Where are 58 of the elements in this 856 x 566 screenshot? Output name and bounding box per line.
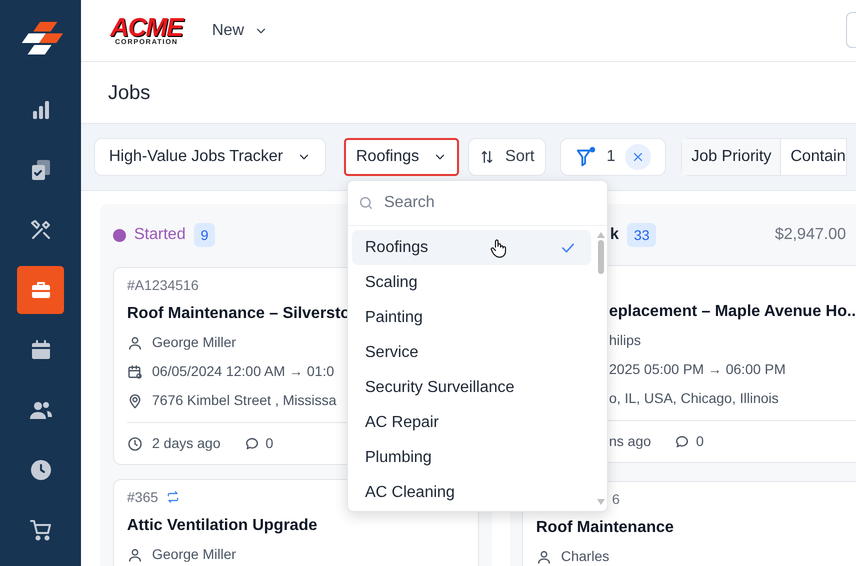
dropdown-option[interactable]: Service [352, 335, 591, 370]
person-icon [127, 334, 143, 350]
dropdown-option[interactable]: AC Cleaning [352, 475, 591, 510]
comment-icon [674, 434, 690, 450]
dropdown-option[interactable]: Plumbing [352, 440, 591, 475]
cart-icon [28, 518, 52, 542]
job-address: 7676 Kimbel Street , Mississa [152, 391, 336, 410]
person-icon [536, 548, 552, 564]
schedule-time: 06/05/2024 12:00 AM → 01:0 [152, 362, 334, 381]
assignee-name: George Miller [152, 545, 236, 564]
dropdown-option[interactable]: Scaling [352, 265, 591, 300]
clock-icon [127, 436, 143, 452]
job-id: #A1234516 [127, 276, 199, 294]
assignee-name: hilips [609, 331, 641, 350]
clear-filter-button[interactable] [625, 144, 652, 170]
assignee-name: George Miller [152, 333, 236, 352]
comment-count: 0 [696, 432, 704, 451]
sort-button[interactable]: Sort [468, 138, 546, 176]
board-select[interactable]: High-Value Jobs Tracker [94, 138, 326, 176]
dropdown-option[interactable]: Security Surveillance [352, 370, 591, 405]
job-address: o, IL, USA, Chicago, Illinois [609, 389, 779, 408]
filter-icon[interactable] [574, 146, 596, 168]
sort-arrows-icon [479, 149, 496, 165]
assignee-name: Charles [561, 547, 610, 566]
job-id: #365 [127, 488, 158, 506]
page-title: Jobs [108, 80, 150, 106]
job-title: Attic Ventilation Upgrade [127, 516, 318, 536]
schedule-time: 2025 05:00 PM → 06:00 PM [609, 360, 786, 379]
person-icon [127, 546, 143, 562]
job-age: ns ago [609, 432, 652, 451]
dropdown-option[interactable]: Painting [352, 300, 591, 335]
clock-icon [28, 458, 52, 482]
condition-operator[interactable]: Contain [781, 139, 846, 175]
calendar-icon [127, 364, 143, 380]
column-total: $2,947.00 [774, 224, 846, 244]
nav-item[interactable] [17, 266, 64, 314]
hand-cursor-icon [488, 236, 508, 258]
dropdown-option[interactable]: Roofings [352, 230, 591, 265]
column-title: Started [134, 225, 186, 245]
job-age: 2 days ago [152, 434, 220, 453]
count-badge: 33 [626, 222, 656, 246]
repeat-icon [166, 490, 180, 504]
comment-count: 0 [266, 434, 274, 453]
search-field[interactable]: Search [384, 191, 597, 215]
dropdown-option[interactable]: AC Repair [352, 405, 591, 440]
search-icon [358, 195, 374, 211]
new-menu[interactable]: New [212, 18, 268, 42]
logo-title: ACME [110, 15, 183, 39]
location-pin-icon [127, 392, 143, 408]
category-select[interactable]: Roofings [344, 138, 460, 176]
comment-icon [244, 436, 260, 452]
job-title: eplacement – Maple Avenue Ho... [609, 302, 856, 322]
condition-field[interactable]: Job Priority [682, 139, 782, 175]
count-badge: 9 [194, 223, 216, 247]
job-title: Roof Maintenance [536, 518, 674, 538]
filter-count: 1 [606, 147, 616, 167]
job-id: 6 [612, 490, 620, 508]
column-title: k [610, 224, 619, 244]
